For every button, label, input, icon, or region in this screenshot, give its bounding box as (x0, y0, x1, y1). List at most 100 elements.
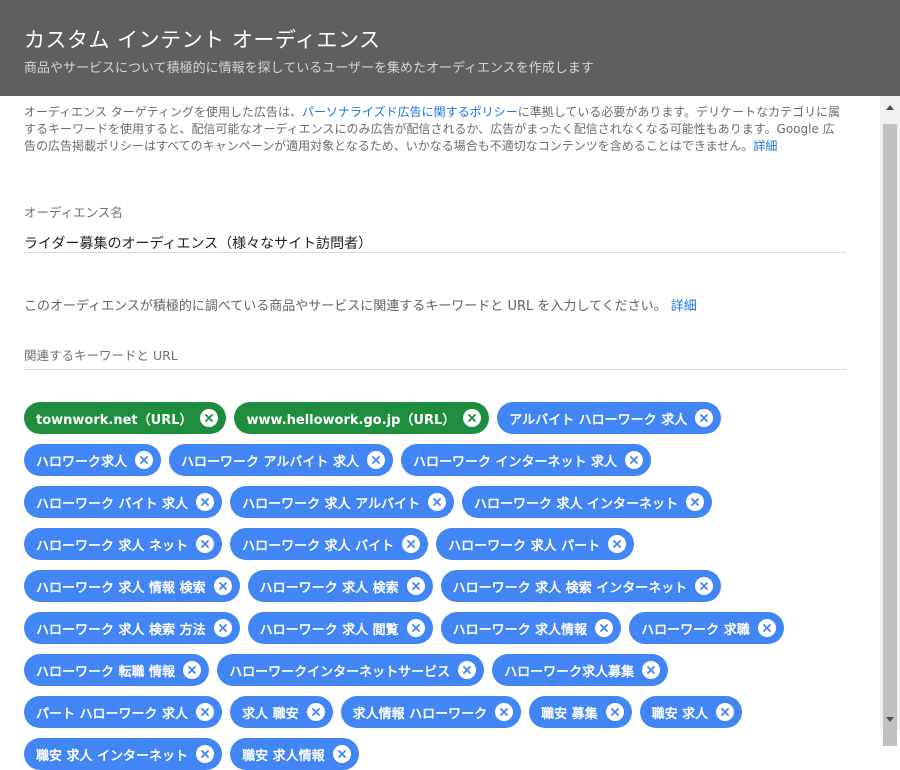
close-circle-icon[interactable] (605, 703, 624, 721)
close-circle-icon[interactable] (595, 619, 614, 637)
chip-label: ハローワーク 求人情報 (452, 622, 588, 638)
scrollbar-thumb[interactable] (883, 124, 897, 746)
chip-label: ハローワーク求人募集 (504, 664, 635, 680)
keyword-chip[interactable]: アルバイト ハローワーク 求人 (497, 402, 722, 434)
keyword-chip[interactable]: ハローワーク インターネット 求人 (400, 444, 652, 476)
keyword-chip[interactable]: ハローワーク 求人 ネット (24, 528, 223, 560)
keyword-chip[interactable]: ハローワーク 求人 バイト (230, 528, 429, 560)
keyword-chip[interactable]: 職安 求人 (639, 696, 743, 728)
keywords-underline (24, 369, 846, 370)
chip-label: 求人 職安 (242, 706, 299, 722)
keyword-chip-list: townwork.net（URL） www.hellowork.go.jp（URL… (24, 402, 854, 770)
dialog-header: カスタム インテント オーディエンス 商品やサービスについて積極的に情報を探して… (0, 0, 900, 96)
chip-label: ハローワーク 求人 情報 検索 (36, 580, 206, 596)
close-circle-icon[interactable] (642, 661, 661, 679)
keyword-chip[interactable]: ハローワーク 求職 (629, 612, 784, 644)
dialog-content: オーディエンス ターゲティングを使用した広告は、パーソナライズド広告に関するポリ… (24, 104, 846, 370)
keywords-description-text: このオーディエンスが積極的に調べている商品やサービスに関連するキーワードと UR… (24, 299, 667, 314)
keyword-chip[interactable]: 職安 募集 (529, 696, 632, 728)
keyword-chip[interactable]: ハローワーク求人募集 (492, 654, 669, 686)
chip-label: ハローワーク バイト 求人 (36, 496, 189, 512)
url-chip[interactable]: townwork.net（URL） (24, 402, 227, 434)
close-circle-icon[interactable] (716, 703, 735, 721)
close-circle-icon[interactable] (196, 703, 215, 721)
close-circle-icon[interactable] (463, 409, 482, 427)
chip-label: 職安 求人 インターネット (36, 748, 189, 764)
close-circle-icon[interactable] (428, 493, 446, 511)
chip-label: 職安 求人 (651, 706, 709, 722)
keyword-chip[interactable]: 求人 職安 (230, 696, 333, 728)
chip-label: ハローワーク 求人 検索 (259, 580, 399, 596)
close-circle-icon[interactable] (196, 535, 215, 553)
keyword-chip[interactable]: ハローワーク 求人 検索 インターネット (440, 570, 722, 602)
keyword-chip[interactable]: ハローワーク 求人 アルバイト (230, 486, 454, 518)
keyword-chip[interactable]: 職安 求人情報 (230, 738, 359, 770)
notice-details-link[interactable]: 詳細 (753, 139, 777, 153)
close-circle-icon[interactable] (366, 451, 385, 469)
keywords-input-placeholder[interactable]: 関連するキーワードと URL (24, 345, 846, 364)
close-circle-icon[interactable] (757, 619, 776, 637)
close-circle-icon[interactable] (695, 409, 714, 427)
keyword-chip[interactable]: ハローワーク 求人 インターネット (462, 486, 713, 518)
chip-label: ハローワーク 求人 ネット (36, 538, 189, 554)
close-circle-icon[interactable] (200, 409, 219, 427)
chip-label: ハローワークインターネットサービス (229, 664, 451, 680)
keywords-details-link[interactable]: 詳細 (671, 299, 697, 314)
keyword-chip[interactable]: ハローワーク 求人 検索 方法 (24, 612, 240, 644)
close-circle-icon[interactable] (495, 703, 514, 721)
close-circle-icon[interactable] (608, 535, 627, 553)
dialog-title: カスタム インテント オーディエンス (24, 28, 381, 52)
keyword-chip[interactable]: ハローワーク 転職 情報 (24, 654, 210, 686)
chip-label: ハローワーク 求職 (641, 622, 750, 638)
close-circle-icon[interactable] (406, 577, 425, 595)
chip-label: 職安 募集 (541, 706, 598, 722)
chip-label: ハロワーク求人 (36, 454, 128, 470)
chip-label: www.hellowork.go.jp（URL） (246, 412, 456, 428)
close-circle-icon[interactable] (213, 619, 232, 637)
keyword-chip[interactable]: パート ハローワーク 求人 (24, 696, 223, 728)
close-circle-icon[interactable] (332, 745, 351, 763)
close-circle-icon[interactable] (135, 451, 154, 469)
close-circle-icon[interactable] (695, 577, 714, 595)
keyword-chip[interactable]: ハローワーク バイト 求人 (24, 486, 223, 518)
audience-name-field[interactable]: オーディエンス名 ライダー募集のオーディエンス（様々なサイト訪問者） (24, 202, 846, 253)
policy-notice-text-1: オーディエンス ターゲティングを使用した広告は、 (24, 105, 303, 119)
policy-link[interactable]: パーソナライズド広告に関するポリシー (302, 105, 518, 119)
keyword-chip[interactable]: ハローワーク 求人 閲覧 (247, 612, 433, 644)
chip-label: ハローワーク 求人 パート (448, 538, 601, 554)
close-circle-icon[interactable] (625, 451, 644, 469)
close-circle-icon[interactable] (402, 535, 421, 553)
close-circle-icon[interactable] (213, 577, 232, 595)
close-circle-icon[interactable] (183, 661, 202, 679)
close-circle-icon[interactable] (686, 493, 705, 511)
chip-label: ハローワーク 求人 アルバイト (242, 496, 420, 512)
chip-label: ハローワーク インターネット 求人 (412, 454, 618, 470)
keyword-chip[interactable]: 職安 求人 インターネット (24, 738, 223, 770)
chip-label: ハローワーク 求人 バイト (242, 538, 395, 554)
close-circle-icon[interactable] (196, 493, 215, 511)
keyword-chip[interactable]: ハローワーク 求人 情報 検索 (24, 570, 240, 602)
chip-label: ハローワーク 転職 情報 (36, 664, 176, 680)
keywords-field[interactable]: 関連するキーワードと URL (24, 345, 846, 364)
close-circle-icon[interactable] (406, 619, 425, 637)
keyword-chip[interactable]: ハロワーク求人 (24, 444, 162, 476)
chip-label: ハローワーク 求人 閲覧 (259, 622, 399, 638)
chip-label: アルバイト ハローワーク 求人 (509, 412, 688, 428)
close-circle-icon[interactable] (458, 661, 477, 679)
dialog-subtitle: 商品やサービスについて積極的に情報を探しているユーザーを集めたオーディエンスを作… (24, 61, 594, 76)
close-circle-icon[interactable] (196, 745, 215, 763)
keyword-chip[interactable]: ハローワーク アルバイト 求人 (169, 444, 393, 476)
keyword-chip[interactable]: 求人情報 ハローワーク (340, 696, 522, 728)
keyword-chip[interactable]: ハローワークインターネットサービス (217, 654, 485, 686)
vertical-scrollbar[interactable] (880, 96, 900, 746)
close-circle-icon[interactable] (306, 703, 325, 721)
keyword-chip[interactable]: ハローワーク 求人 検索 (247, 570, 433, 602)
scroll-down-icon[interactable] (880, 710, 900, 728)
keyword-chip[interactable]: ハローワーク 求人情報 (440, 612, 622, 644)
chip-label: 職安 求人情報 (242, 748, 325, 764)
chip-label: ハローワーク アルバイト 求人 (181, 454, 359, 470)
keyword-chip[interactable]: ハローワーク 求人 パート (436, 528, 635, 560)
audience-name-input[interactable]: ライダー募集のオーディエンス（様々なサイト訪問者） (24, 233, 846, 253)
url-chip[interactable]: www.hellowork.go.jp（URL） (234, 402, 490, 434)
scroll-up-icon[interactable] (880, 98, 900, 116)
